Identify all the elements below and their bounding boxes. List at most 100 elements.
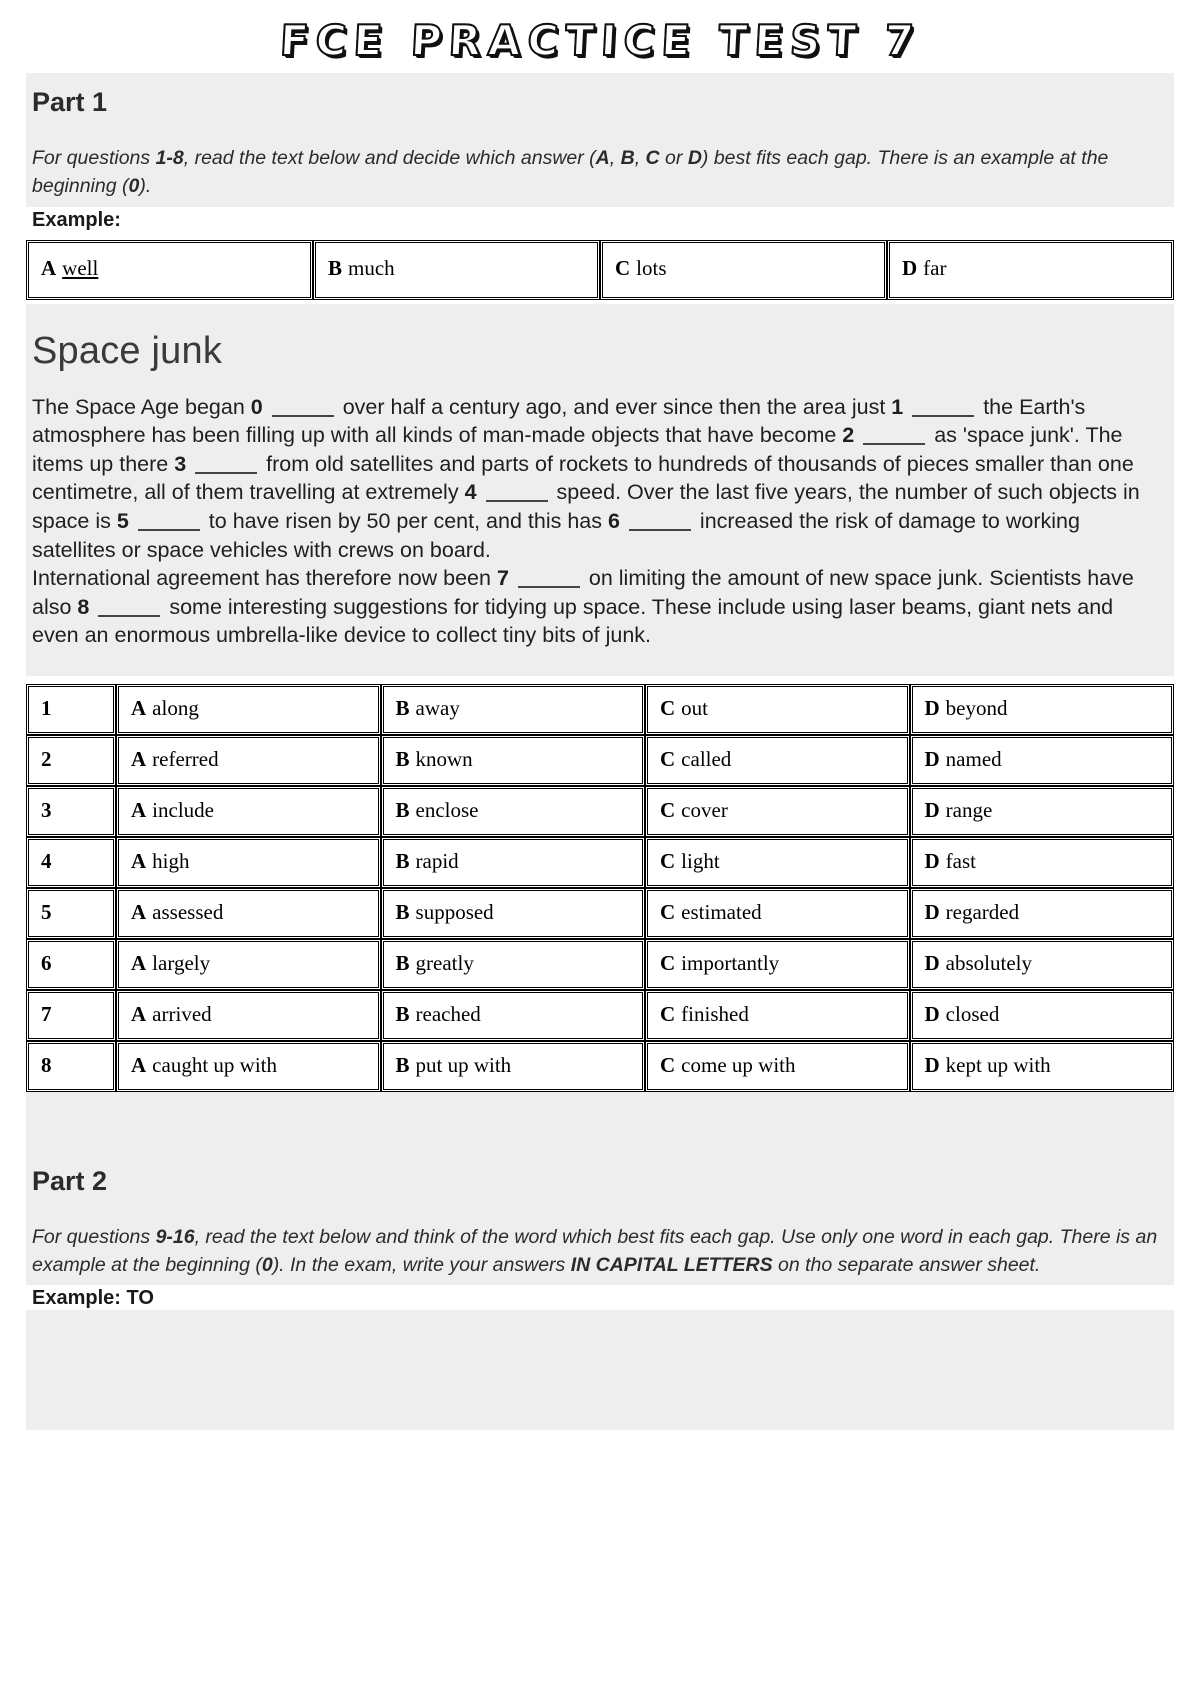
- questions-table-zone: 1 Aalong Baway Cout Dbeyond 2 Areferred Bknown C…: [26, 675, 1174, 1092]
- option-letter: A: [131, 1052, 147, 1077]
- question-option-cell[interactable]: Benclose: [380, 785, 645, 837]
- answer-gap[interactable]: [485, 500, 548, 503]
- option-text: lots: [636, 256, 667, 281]
- question-option-cell[interactable]: Bknown: [380, 734, 645, 786]
- option-letter: B: [395, 746, 410, 771]
- option-letter: D: [924, 797, 940, 822]
- article-body: The Space Age began 0 over half a centur…: [26, 379, 1174, 676]
- question-option-cell[interactable]: Cfinished: [645, 989, 910, 1041]
- question-number: 2: [26, 734, 116, 786]
- question-option-cell[interactable]: Ccalled: [645, 734, 910, 786]
- option-letter: A: [131, 848, 147, 873]
- question-option-cell[interactable]: Bput up with: [380, 1040, 645, 1092]
- answer-gap[interactable]: [98, 614, 161, 617]
- question-option-cell[interactable]: Aassessed: [116, 887, 381, 939]
- page-title: FCE PRACTICE TEST 7: [277, 15, 922, 66]
- question-option-cell[interactable]: Baway: [380, 683, 645, 735]
- option-letter: A: [41, 256, 57, 281]
- question-option-cell[interactable]: Bgreatly: [380, 938, 645, 990]
- part2-example-label: Example: TO: [26, 1285, 1174, 1311]
- option-text: put up with: [415, 1052, 512, 1077]
- example-option-cell[interactable]: Dfar: [887, 239, 1174, 300]
- question-option-cell[interactable]: Dbeyond: [909, 683, 1174, 735]
- question-number: 8: [26, 1040, 116, 1092]
- article-text: to have risen by 50 per cent, and this h…: [202, 508, 620, 533]
- answer-gap[interactable]: [517, 586, 580, 589]
- option-letter: A: [131, 1001, 147, 1026]
- question-option-cell[interactable]: Dclosed: [909, 989, 1174, 1041]
- option-text: assessed: [152, 899, 224, 924]
- answer-gap[interactable]: [863, 443, 926, 446]
- option-letter: C: [615, 256, 631, 281]
- option-letter: A: [131, 695, 147, 720]
- question-option-cell[interactable]: Clight: [645, 836, 910, 888]
- question-option-cell[interactable]: Areferred: [116, 734, 381, 786]
- question-option-cell[interactable]: Acaught up with: [116, 1040, 381, 1092]
- option-text: away: [415, 695, 460, 720]
- answer-gap[interactable]: [628, 528, 691, 531]
- table-row: 5 Aassessed Bsupposed Cestimated Dregarded: [26, 887, 1174, 939]
- answer-gap[interactable]: [271, 414, 334, 417]
- article-paragraph: International agreement has therefore no…: [32, 564, 1164, 650]
- example-option-cell[interactable]: Awell: [26, 239, 313, 300]
- option-letter: D: [924, 695, 940, 720]
- part1-heading: Part 1: [32, 87, 108, 117]
- question-option-cell[interactable]: Dabsolutely: [909, 938, 1174, 990]
- option-text: beyond: [945, 695, 1008, 720]
- option-letter: A: [131, 797, 147, 822]
- option-text: supposed: [415, 899, 494, 924]
- option-text: named: [945, 746, 1002, 771]
- option-text: far: [923, 256, 947, 281]
- part2-band: Part 2 For questions 9-16, read the text…: [26, 1091, 1174, 1286]
- option-letter: D: [924, 1001, 940, 1026]
- option-text: rapid: [415, 848, 459, 873]
- table-row: 3 Ainclude Benclose Ccover Drange: [26, 785, 1174, 837]
- question-option-cell[interactable]: Aalong: [116, 683, 381, 735]
- example-option-cell[interactable]: Bmuch: [313, 239, 600, 300]
- question-option-cell[interactable]: Dkept up with: [909, 1040, 1174, 1092]
- question-option-cell[interactable]: Ainclude: [116, 785, 381, 837]
- part2-text-placeholder-band: [26, 1310, 1174, 1431]
- part1-header-band: Part 1 For questions 1-8, read the text …: [26, 73, 1174, 207]
- option-text: well: [62, 256, 99, 281]
- article-text: The Space Age began 0: [32, 394, 263, 419]
- question-option-cell[interactable]: Cout: [645, 683, 910, 735]
- option-text: enclose: [415, 797, 479, 822]
- question-option-cell[interactable]: Cestimated: [645, 887, 910, 939]
- question-option-cell[interactable]: Ccover: [645, 785, 910, 837]
- question-option-cell[interactable]: Breached: [380, 989, 645, 1041]
- question-number: 4: [26, 836, 116, 888]
- option-text: kept up with: [945, 1052, 1051, 1077]
- question-option-cell[interactable]: Cimportantly: [645, 938, 910, 990]
- option-text: include: [152, 797, 214, 822]
- option-text: finished: [681, 1001, 749, 1026]
- answer-gap[interactable]: [195, 471, 258, 474]
- answer-gap[interactable]: [137, 528, 200, 531]
- part2-heading: Part 2: [32, 1165, 108, 1196]
- question-option-cell[interactable]: Drange: [909, 785, 1174, 837]
- question-option-cell[interactable]: Aarrived: [116, 989, 381, 1041]
- question-option-cell[interactable]: Brapid: [380, 836, 645, 888]
- table-row: Awell Bmuch Clots Dfar: [26, 239, 1174, 300]
- option-text: regarded: [945, 899, 1020, 924]
- option-letter: D: [924, 899, 940, 924]
- option-letter: D: [924, 848, 940, 873]
- example-option-cell[interactable]: Clots: [600, 239, 887, 300]
- option-letter: B: [395, 950, 410, 975]
- question-option-cell[interactable]: Ccome up with: [645, 1040, 910, 1092]
- option-text: come up with: [681, 1052, 796, 1077]
- option-text: along: [152, 695, 199, 720]
- option-text: caught up with: [152, 1052, 277, 1077]
- question-option-cell[interactable]: Dfast: [909, 836, 1174, 888]
- question-option-cell[interactable]: Bsupposed: [380, 887, 645, 939]
- option-letter: B: [395, 848, 410, 873]
- question-option-cell[interactable]: Ahigh: [116, 836, 381, 888]
- question-option-cell[interactable]: Dnamed: [909, 734, 1174, 786]
- questions-table-body: 1 Aalong Baway Cout Dbeyond 2 Areferred Bknown C…: [26, 683, 1174, 1092]
- question-option-cell[interactable]: Alargely: [116, 938, 381, 990]
- option-letter: C: [660, 746, 676, 771]
- option-letter: B: [395, 797, 410, 822]
- option-text: cover: [681, 797, 728, 822]
- answer-gap[interactable]: [912, 414, 975, 417]
- question-option-cell[interactable]: Dregarded: [909, 887, 1174, 939]
